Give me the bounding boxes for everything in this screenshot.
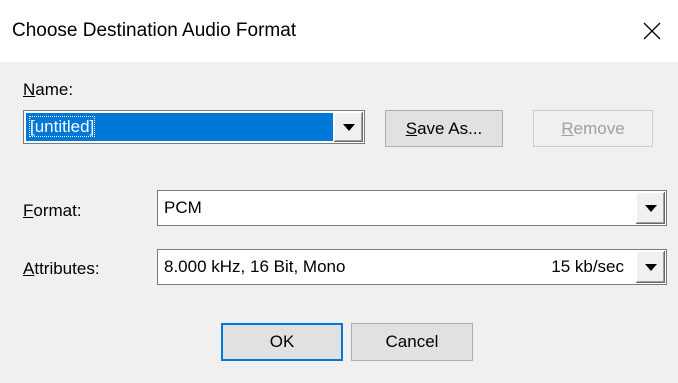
attributes-value: 8.000 kHz, 16 Bit, Mono (164, 257, 346, 276)
chevron-down-icon (644, 204, 657, 212)
title-bar[interactable]: Choose Destination Audio Format (0, 0, 678, 62)
close-icon (643, 22, 661, 40)
cancel-label: Cancel (385, 332, 439, 351)
chevron-down-icon (644, 263, 657, 271)
attributes-label-text: ttributes: (34, 259, 100, 278)
cancel-button[interactable]: Cancel (351, 323, 473, 361)
format-value: PCM (164, 198, 202, 217)
name-combobox[interactable]: [untitled] (23, 110, 365, 144)
format-dropdown-button[interactable] (635, 192, 665, 224)
save-as-label: ave As... (417, 118, 483, 138)
attributes-label-mnemonic: A (23, 259, 35, 278)
format-label-mnemonic: F (23, 201, 34, 220)
format-combobox[interactable]: PCM (157, 190, 667, 226)
save-as-button[interactable]: Save As... (385, 110, 503, 147)
name-value: [untitled] (28, 116, 96, 137)
choose-audio-format-dialog: Choose Destination Audio Format Name: [u… (0, 0, 678, 383)
remove-label: emove (573, 118, 625, 138)
name-dropdown-button[interactable] (333, 112, 363, 142)
format-label-text: ormat: (33, 201, 82, 220)
ok-button[interactable]: OK (221, 323, 343, 361)
chevron-down-icon (342, 123, 355, 131)
name-label-text: ame: (35, 80, 74, 99)
remove-mnemonic: R (561, 118, 574, 138)
name-label: Name: (23, 80, 73, 100)
attributes-combobox[interactable]: 8.000 kHz, 16 Bit, Mono 15 kb/sec (157, 249, 667, 285)
attributes-label: Attributes: (23, 259, 100, 279)
attributes-dropdown-button[interactable] (635, 251, 665, 283)
name-input[interactable]: [untitled] (26, 113, 334, 141)
name-label-mnemonic: N (23, 80, 36, 99)
ok-label: OK (269, 332, 295, 351)
attributes-rate: 15 kb/sec (551, 257, 624, 276)
remove-button[interactable]: Remove (533, 110, 653, 147)
save-as-mnemonic: S (405, 118, 418, 138)
window-title: Choose Destination Audio Format (12, 20, 297, 41)
close-button[interactable] (626, 0, 678, 62)
format-label: Format: (23, 201, 82, 221)
